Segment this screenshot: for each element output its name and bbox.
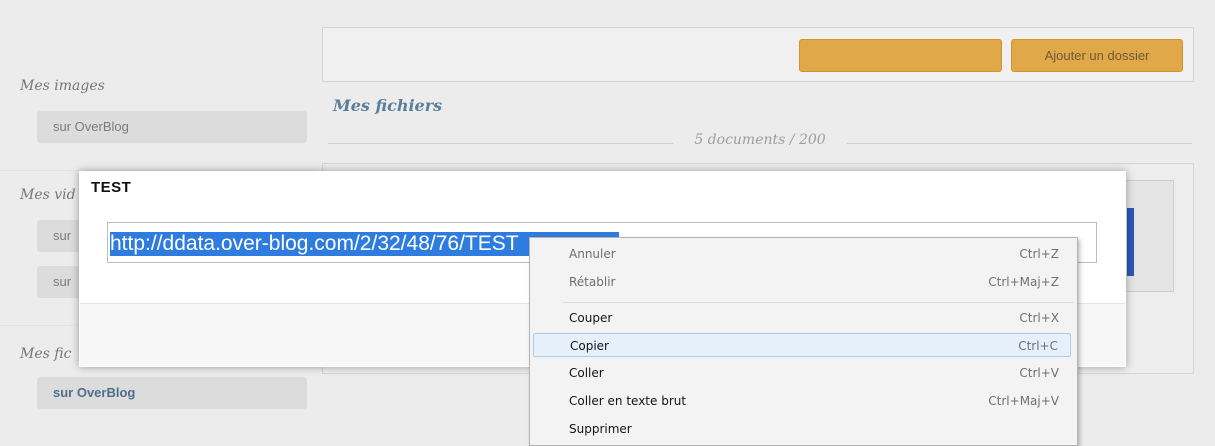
menu-item-paste[interactable]: Coller Ctrl+V (533, 361, 1071, 385)
my-images-heading: Mes images (20, 78, 105, 94)
file-preview-edge (1127, 208, 1134, 276)
modal-title: TEST (91, 179, 132, 196)
sidebar-item-files-overblog[interactable]: sur OverBlog (37, 377, 307, 409)
menu-item-redo[interactable]: Rétablir Ctrl+Maj+Z (533, 270, 1071, 294)
menu-item-label: Coller en texte brut (569, 394, 687, 408)
menu-item-label: Couper (569, 311, 613, 325)
menu-item-label: Annuler (569, 247, 616, 261)
add-folder-button[interactable]: Ajouter un dossier (1011, 39, 1183, 72)
menu-item-cut[interactable]: Couper Ctrl+X (533, 306, 1071, 330)
menu-item-copy[interactable]: Copier Ctrl+C (533, 333, 1071, 357)
files-title: Mes fichiers (333, 96, 443, 115)
menu-item-label: Coller (569, 366, 604, 380)
menu-item-label: Rétablir (569, 275, 616, 289)
sidebar-item-video-2[interactable]: sur (37, 266, 82, 298)
sidebar-item-images-overblog[interactable]: sur OverBlog (37, 111, 307, 143)
menu-item-label: Supprimer (569, 422, 632, 436)
menu-item-shortcut: Ctrl+Maj+Z (988, 275, 1059, 289)
menu-item-label: Copier (570, 339, 609, 353)
menu-item-shortcut: Ctrl+Z (1019, 247, 1059, 261)
menu-item-paste-plain[interactable]: Coller en texte brut Ctrl+Maj+V (533, 389, 1071, 413)
menu-item-delete[interactable]: Supprimer (533, 417, 1071, 441)
menu-item-shortcut: Ctrl+Maj+V (988, 394, 1059, 408)
menu-separator (562, 302, 1074, 303)
menu-item-shortcut: Ctrl+C (1018, 339, 1058, 353)
sidebar-item-video-1[interactable]: sur (37, 220, 82, 252)
menu-item-shortcut: Ctrl+X (1019, 311, 1059, 325)
document-count-text: 5 documents / 200 (690, 132, 830, 148)
upload-button[interactable] (799, 39, 1002, 72)
my-files-heading: Mes fic (20, 346, 72, 362)
menu-item-shortcut: Ctrl+V (1019, 366, 1059, 380)
menu-item-undo[interactable]: Annuler Ctrl+Z (533, 242, 1071, 266)
document-count: 5 documents / 200 (328, 132, 1192, 154)
my-videos-heading: Mes vid (20, 187, 76, 203)
